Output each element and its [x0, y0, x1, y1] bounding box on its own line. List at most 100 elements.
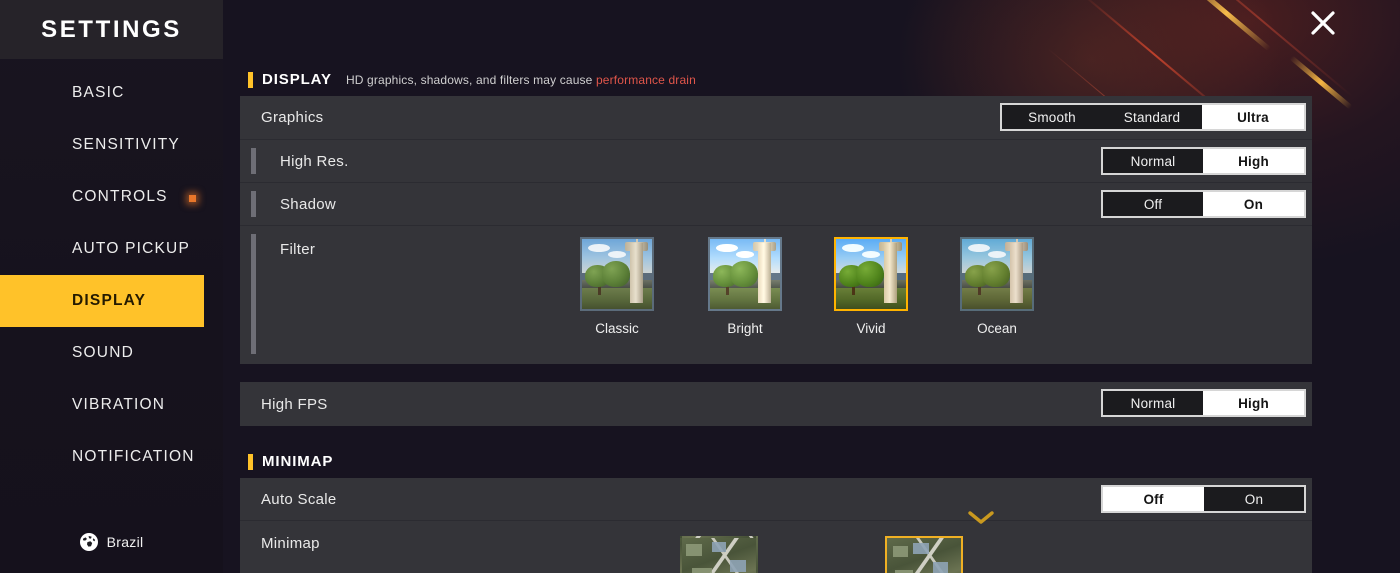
cloud-shape	[716, 244, 738, 252]
sidebar-item-label: BASIC	[72, 84, 125, 101]
tower-body	[1010, 243, 1023, 304]
high-res-option-high[interactable]: High	[1203, 149, 1304, 173]
filter-option-bright[interactable]: Bright	[708, 237, 782, 336]
setting-label: Auto Scale	[261, 490, 337, 508]
setting-label: Minimap	[261, 535, 320, 552]
display-panel: Graphics Smooth Standard Ultra High Res.…	[240, 96, 1312, 364]
cloud-shape	[588, 244, 610, 252]
high-res-toggle[interactable]: Normal High	[1101, 147, 1306, 175]
high-fps-option-high[interactable]: High	[1203, 391, 1304, 415]
map-building	[913, 543, 929, 554]
filter-thumbnail[interactable]	[708, 237, 782, 311]
setting-row-minimap: Minimap	[240, 521, 1312, 573]
cloud-shape	[862, 251, 880, 258]
sidebar-item-label: CONTROLS	[72, 188, 168, 205]
sidebar-item-sound[interactable]: SOUND	[0, 327, 223, 379]
sidebar-item-auto-pickup[interactable]: AUTO PICKUP	[0, 223, 223, 275]
sidebar-item-label: AUTO PICKUP	[72, 240, 190, 257]
graphics-option-smooth[interactable]: Smooth	[1002, 105, 1102, 129]
settings-content: DISPLAY HD graphics, shadows, and filter…	[223, 0, 1400, 573]
setting-row-shadow: Shadow Off On	[240, 183, 1312, 226]
section-header-minimap: MINIMAP	[248, 453, 333, 470]
minimap-panel: Auto Scale Off On Minimap	[240, 478, 1312, 573]
cloud-shape	[968, 244, 990, 252]
filter-option-classic[interactable]: Classic	[580, 237, 654, 336]
auto-scale-option-on[interactable]: On	[1204, 487, 1304, 511]
fps-panel: High FPS Normal High	[240, 382, 1312, 426]
graphics-option-ultra[interactable]: Ultra	[1202, 105, 1304, 129]
setting-row-auto-scale: Auto Scale Off On	[240, 478, 1312, 521]
sidebar-item-label: SOUND	[72, 344, 134, 361]
filter-label: Vivid	[856, 321, 886, 336]
region-selector[interactable]: Brazil	[0, 533, 223, 551]
sidebar-item-notification[interactable]: NOTIFICATION	[0, 431, 223, 483]
section-title: MINIMAP	[262, 453, 334, 470]
setting-label: High Res.	[280, 152, 349, 170]
settings-sidebar: SETTINGS BASIC SENSITIVITY CONTROLS AUTO…	[0, 0, 223, 573]
filter-thumbnail[interactable]	[960, 237, 1034, 311]
tower-body	[630, 243, 643, 304]
tower-body	[884, 243, 897, 304]
filter-thumbnail[interactable]	[834, 237, 908, 311]
shadow-option-off[interactable]: Off	[1103, 192, 1203, 216]
graphics-toggle[interactable]: Smooth Standard Ultra	[1000, 103, 1306, 131]
sidebar-item-vibration[interactable]: VIBRATION	[0, 379, 223, 431]
setting-label: Graphics	[261, 109, 324, 126]
cloud-shape	[842, 244, 864, 252]
sidebar-header: SETTINGS	[0, 0, 223, 59]
setting-row-high-res: High Res. Normal High	[240, 140, 1312, 183]
setting-row-filter: Filter Classic Bright Vivid Ocean	[240, 226, 1312, 362]
sub-setting-marker	[251, 191, 256, 217]
shadow-option-on[interactable]: On	[1203, 192, 1304, 216]
map-building	[712, 542, 726, 552]
minimap-option-1[interactable]	[680, 536, 758, 573]
section-subtitle: HD graphics, shadows, and filters may ca…	[346, 73, 696, 87]
chevron-down-icon[interactable]	[968, 511, 994, 529]
shadow-toggle[interactable]: Off On	[1101, 190, 1306, 218]
sidebar-item-display[interactable]: DISPLAY	[0, 275, 204, 327]
cloud-shape	[608, 251, 626, 258]
setting-label: Filter	[280, 241, 316, 258]
map-building	[730, 560, 746, 572]
globe-icon	[79, 533, 98, 551]
high-fps-toggle[interactable]: Normal High	[1101, 389, 1306, 417]
tree-shape	[602, 261, 630, 287]
tree-shape	[856, 261, 884, 287]
cloud-shape	[988, 251, 1006, 258]
high-res-option-normal[interactable]: Normal	[1103, 149, 1203, 173]
sub-setting-marker	[251, 234, 256, 354]
filter-option-vivid[interactable]: Vivid	[834, 237, 908, 336]
setting-row-high-fps: High FPS Normal High	[240, 382, 1312, 426]
map-building	[933, 562, 948, 573]
auto-scale-option-off[interactable]: Off	[1103, 487, 1204, 511]
section-subtitle-text: HD graphics, shadows, and filters may ca…	[345, 72, 596, 87]
filter-option-ocean[interactable]: Ocean	[960, 237, 1034, 336]
map-detail	[686, 544, 702, 556]
section-header-display: DISPLAY HD graphics, shadows, and filter…	[248, 71, 696, 88]
filter-label: Ocean	[977, 321, 1017, 336]
sidebar-item-label: DISPLAY	[72, 292, 147, 309]
sidebar-item-controls[interactable]: CONTROLS	[0, 171, 223, 223]
section-title: DISPLAY	[262, 71, 332, 88]
setting-row-graphics: Graphics Smooth Standard Ultra	[240, 96, 1312, 140]
sidebar-item-sensitivity[interactable]: SENSITIVITY	[0, 119, 223, 171]
section-subtitle-warning: performance drain	[595, 72, 696, 87]
sidebar-item-label: NOTIFICATION	[72, 448, 195, 465]
page-title: SETTINGS	[41, 15, 182, 43]
sidebar-item-label: VIBRATION	[72, 396, 166, 413]
high-fps-option-normal[interactable]: Normal	[1103, 391, 1203, 415]
tower-body	[758, 243, 771, 304]
region-label: Brazil	[106, 534, 144, 550]
graphics-option-standard[interactable]: Standard	[1102, 105, 1202, 129]
close-button[interactable]	[1302, 2, 1344, 44]
sub-setting-marker	[251, 148, 256, 174]
map-detail	[692, 568, 712, 573]
filter-thumbnail[interactable]	[580, 237, 654, 311]
sidebar-item-label: SENSITIVITY	[72, 136, 180, 153]
sidebar-item-basic[interactable]: BASIC	[0, 67, 223, 119]
section-accent-bar	[248, 71, 253, 88]
setting-label: Shadow	[280, 195, 337, 213]
close-icon	[1308, 8, 1338, 38]
auto-scale-toggle[interactable]: Off On	[1101, 485, 1306, 513]
minimap-option-2[interactable]	[885, 536, 963, 573]
